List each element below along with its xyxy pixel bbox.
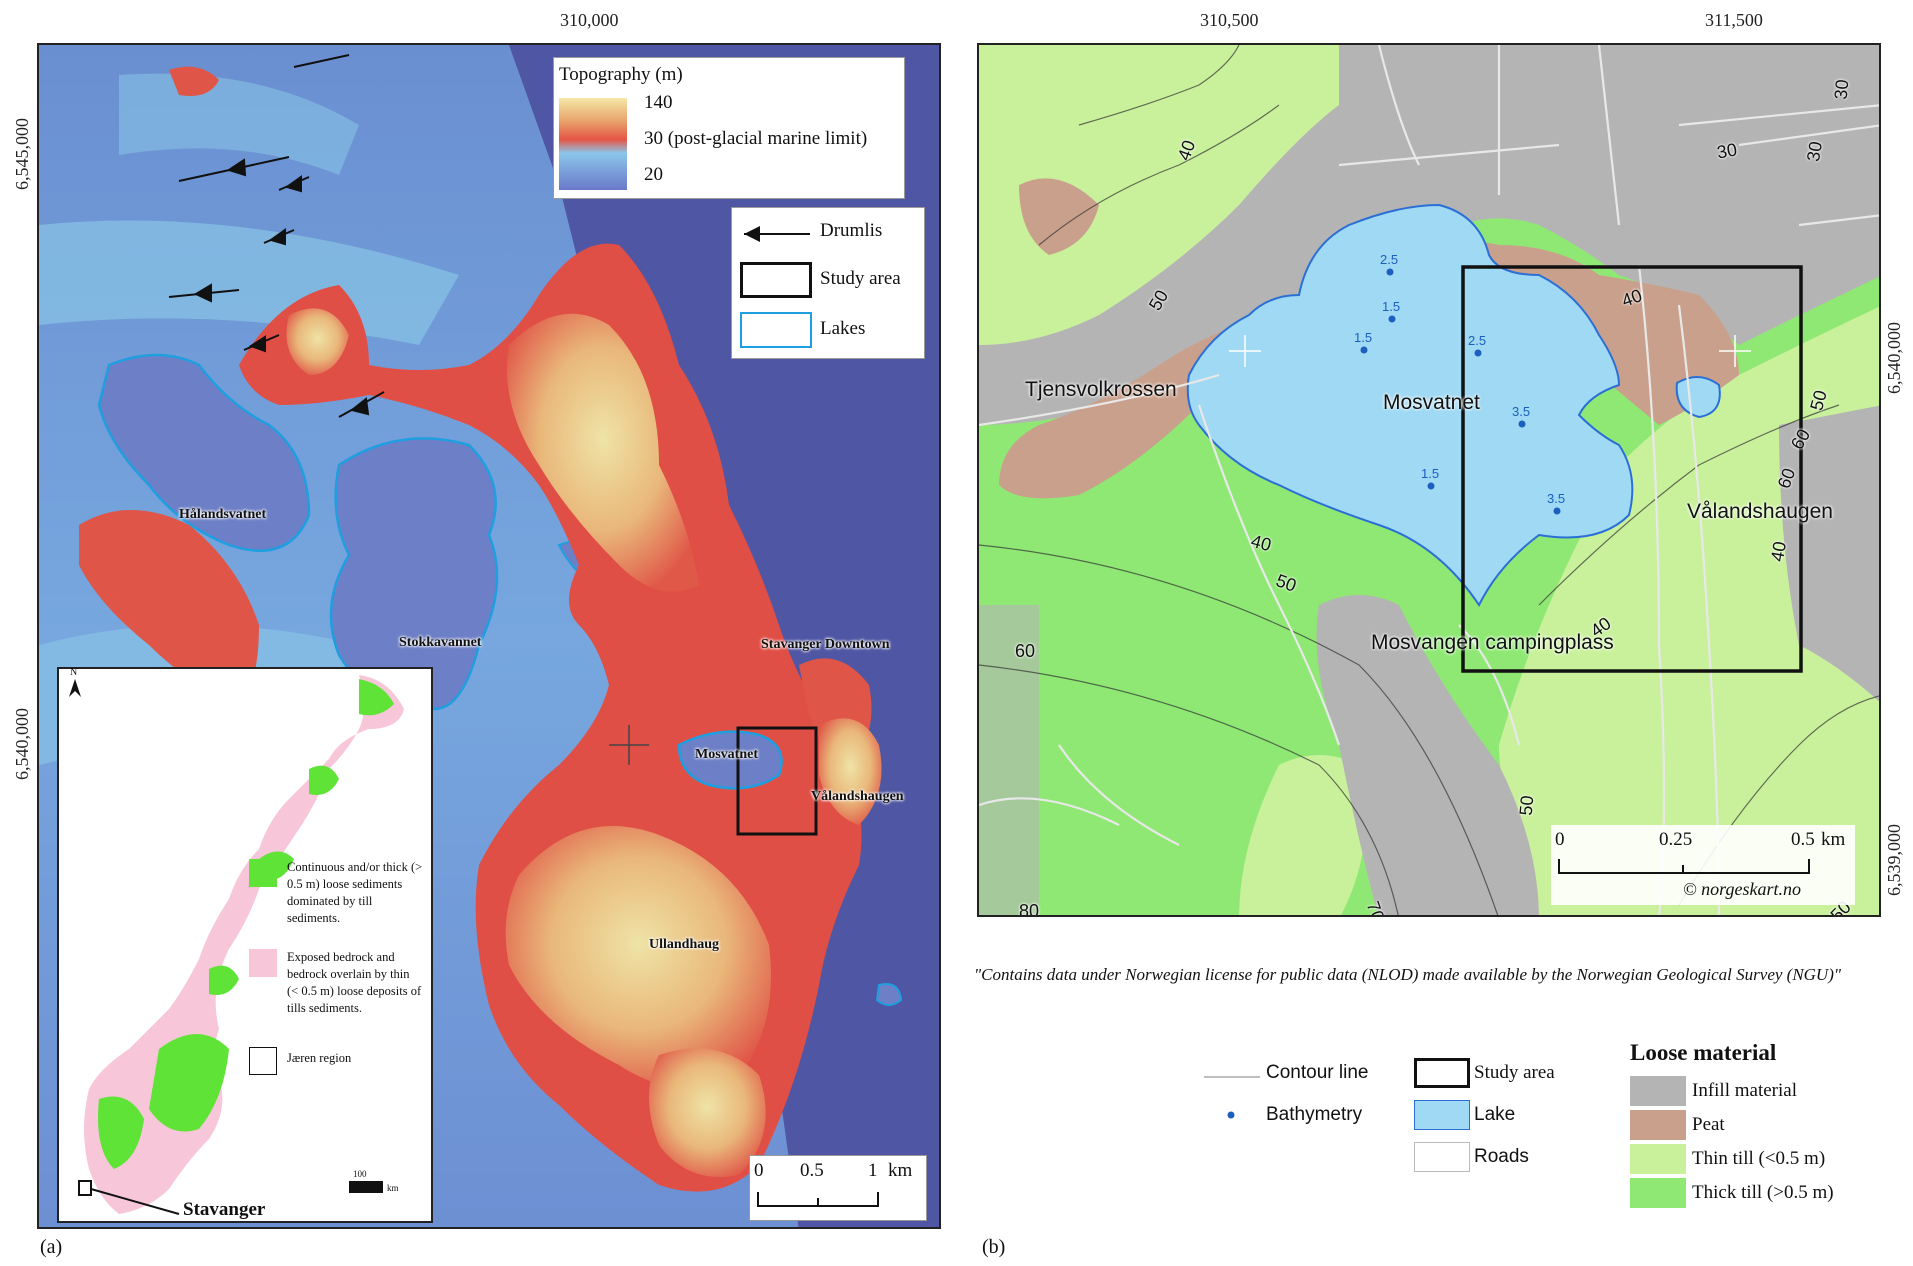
topography-min-label: 20: [644, 164, 663, 185]
loose-material-map-canvas: [979, 45, 1879, 915]
place-b-mosvatnet: Mosvatnet: [1383, 391, 1480, 414]
legend-lake-swatch: [1414, 1100, 1470, 1130]
legend-study-area-label: Study area: [1474, 1062, 1555, 1083]
loose-material-map[interactable]: Tjensvolkrossen Mosvatnet Vålandshaugen …: [977, 43, 1881, 917]
drumlis-label: Drumlis: [820, 220, 883, 241]
map-credit: "Contains data under Norwegian license f…: [974, 965, 1842, 984]
place-stokkavannet: Stokkavannet: [399, 635, 482, 650]
panel-b-x-tick-2: 311,500: [1705, 10, 1763, 30]
place-valandshaugen: Vålandshaugen: [811, 789, 904, 804]
topography-colorbar: [559, 98, 627, 190]
inset-scale-bar: [349, 1181, 383, 1193]
topography-map[interactable]: Topography (m) 140 30 (post-glacial mari…: [37, 43, 941, 1229]
place-b-camping: Mosvangen campingplass: [1371, 631, 1614, 654]
inset-scale-unit: km: [387, 1183, 399, 1193]
lakes-label: Lakes: [820, 318, 866, 339]
topography-legend-title: Topography (m): [559, 64, 683, 85]
scale-a-05: 0.5: [800, 1160, 824, 1181]
place-ullandhaug: Ullandhaug: [649, 937, 720, 952]
inset-pink-swatch: [249, 949, 277, 977]
scale-a-1: 1: [868, 1160, 878, 1181]
panel-b-y-tick-2: 6,539,000: [1884, 824, 1904, 896]
lakes-swatch: [740, 312, 812, 348]
panel-a-y-tick-2: 6,540,000: [12, 708, 32, 780]
panel-a-label: (a): [40, 1236, 63, 1258]
inset-city-label: Stavanger: [183, 1199, 266, 1220]
scale-b-05: 0.5: [1791, 829, 1815, 850]
contour-label: 30: [1830, 78, 1853, 101]
legend-thin-till-swatch: [1630, 1144, 1686, 1174]
contour-label: 30: [1715, 139, 1739, 163]
contour-label: 30: [1802, 139, 1827, 164]
bathymetry-dot-icon: [1227, 1111, 1235, 1119]
place-b-valandshaugen: Vålandshaugen: [1687, 500, 1833, 523]
legend-study-area-swatch: [1414, 1058, 1470, 1088]
scale-a-bar: [757, 1192, 879, 1207]
legend-infill-swatch: [1630, 1076, 1686, 1106]
depth-label: 2.5: [1380, 252, 1399, 267]
scale-a-0: 0: [754, 1160, 764, 1181]
scale-b-025: 0.25: [1659, 829, 1693, 850]
depth-label: 3.5: [1512, 404, 1531, 419]
depth-label: 1.5: [1382, 299, 1401, 314]
place-b-tjensvolkrossen: Tjensvolkrossen: [1025, 378, 1177, 401]
norway-outline: [69, 675, 404, 1215]
legend-thick-till-label: Thick till (>0.5 m): [1692, 1182, 1834, 1203]
panel-b-x-tick-1: 310,500: [1200, 10, 1259, 30]
depth-label: 3.5: [1547, 491, 1566, 506]
place-mosvatnet: Mosvatnet: [695, 747, 758, 762]
inset-pink-label: Exposed bedrock and bedrock overlain by …: [287, 950, 422, 1015]
legend-loose-title: Loose material: [1630, 1040, 1777, 1065]
inset-box-label: Jæren region: [287, 1051, 352, 1065]
legend-lake-label: Lake: [1474, 1104, 1516, 1125]
place-halandsvatnet: Hålandsvatnet: [179, 507, 267, 522]
panel-b-scalebar: 0 0.25 0.5 km © norgeskart.no: [1551, 825, 1855, 905]
legend-infill-label: Infill material: [1692, 1080, 1797, 1101]
contour-label: 60: [1015, 641, 1036, 661]
topography-mid-label: 30 (post-glacial marine limit): [644, 128, 868, 149]
panel-b-label: (b): [982, 1236, 1006, 1258]
depth-label: 1.5: [1354, 330, 1373, 345]
legend-peat-label: Peat: [1692, 1114, 1725, 1135]
norgeskart-copyright: © norgeskart.no: [1683, 879, 1802, 899]
legend-peat-swatch: [1630, 1110, 1686, 1140]
contour-label: 40: [1766, 539, 1791, 564]
topography-max-label: 140: [644, 92, 673, 113]
study-area-swatch: [740, 262, 812, 298]
symbol-legend: Drumlis Study area Lakes: [731, 207, 925, 359]
drumlis-arrow-icon: [744, 226, 810, 242]
contour-line-swatch: [1204, 1076, 1260, 1078]
panel-a-x-tick: 310,000: [560, 10, 619, 30]
legend-roads-swatch: [1414, 1142, 1470, 1172]
legend-roads-label: Roads: [1474, 1146, 1529, 1167]
panel-b-y-tick-1: 6,540,000: [1884, 322, 1904, 394]
legend-thin-till-label: Thin till (<0.5 m): [1692, 1148, 1826, 1169]
contour-label: 50: [1515, 794, 1538, 817]
norway-inset: N Continuous and/or thick (> 0.5 m) loos…: [57, 667, 433, 1223]
depth-label: 2.5: [1468, 333, 1487, 348]
scale-b-bar: [1558, 859, 1810, 874]
inset-box-swatch: [249, 1047, 277, 1075]
depth-label: 1.5: [1421, 466, 1440, 481]
panel-a-y-tick-1: 6,545,000: [12, 118, 32, 190]
contour-label: 80: [1019, 901, 1040, 917]
inset-north-label: N: [70, 667, 78, 678]
inset-green-swatch: [249, 859, 277, 887]
inset-scale-value: 100: [353, 1169, 367, 1179]
panel-a-scalebar: 0 0.5 1 km: [749, 1155, 927, 1221]
scale-b-0: 0: [1555, 829, 1565, 850]
scale-b-unit: km: [1821, 829, 1846, 850]
legend-bathymetry-label: Bathymetry: [1266, 1104, 1363, 1125]
legend-thick-till-swatch: [1630, 1178, 1686, 1208]
scale-a-unit: km: [888, 1160, 913, 1181]
topography-legend: Topography (m) 140 30 (post-glacial mari…: [553, 57, 905, 199]
place-stavanger-downtown: Stavanger Downtown: [761, 637, 890, 652]
study-area-label: Study area: [820, 268, 901, 289]
legend-contour-label: Contour line: [1266, 1062, 1369, 1083]
inset-green-label: Continuous and/or thick (> 0.5 m) loose …: [287, 860, 423, 925]
